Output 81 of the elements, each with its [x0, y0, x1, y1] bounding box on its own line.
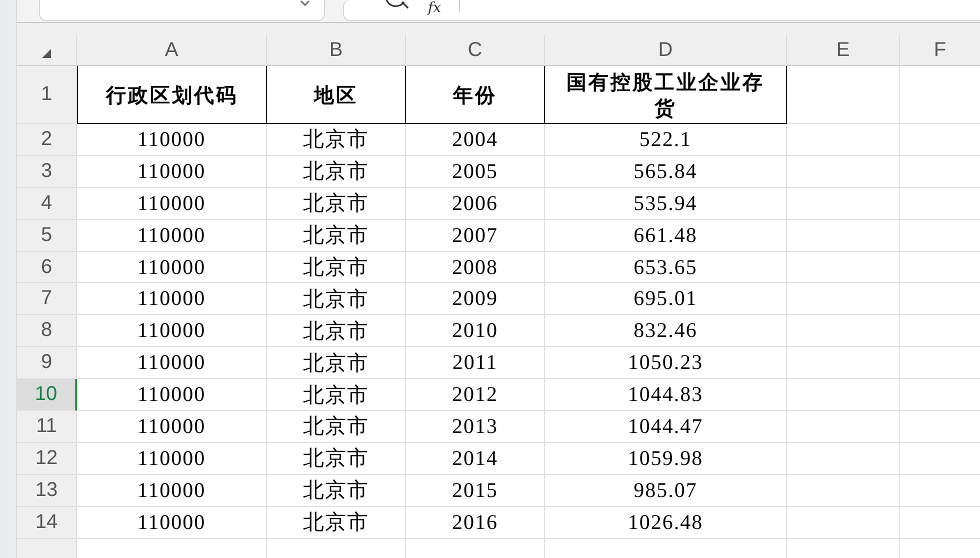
row-header[interactable]: 12 [17, 442, 77, 475]
table-cell: 832.46 [545, 315, 787, 348]
table-cell: 110000 [77, 124, 267, 156]
table-cell: 2010 [406, 315, 545, 348]
table-cell: 653.65 [545, 252, 787, 284]
table-cell: 1050.23 [545, 347, 787, 380]
row-header[interactable]: 3 [17, 156, 77, 188]
row-header[interactable]: 5 [17, 220, 77, 252]
function-label[interactable]: fx [428, 1, 442, 16]
row-header[interactable]: 9 [17, 347, 77, 380]
table-cell: 110000 [77, 220, 267, 252]
formula-bar[interactable]: fx [343, 0, 980, 21]
search-icon[interactable] [384, 0, 410, 10]
column-header[interactable]: C [406, 35, 545, 66]
table-cell: 北京市 [267, 347, 406, 380]
row-header[interactable]: 14 [17, 506, 77, 539]
table-cell: 1059.98 [545, 442, 787, 475]
table-cell: 北京市 [267, 124, 406, 156]
table-cell: 110000 [77, 506, 267, 539]
table-cell: 北京市 [267, 252, 406, 284]
table-cell: 2004 [406, 124, 545, 156]
row-header[interactable]: 4 [17, 188, 77, 220]
table-cell: 661.48 [545, 220, 787, 252]
table-cell: 北京市 [267, 411, 406, 443]
table-cell: 北京市 [267, 188, 406, 220]
table-cell: 522.1 [545, 124, 787, 156]
table-cell: 110000 [77, 252, 267, 284]
table-cell: 2007 [406, 220, 545, 252]
table-cell: 2011 [406, 347, 545, 380]
table-cell: 北京市 [267, 220, 406, 252]
column-header[interactable]: B [267, 35, 406, 66]
table-cell: 2005 [406, 156, 545, 188]
table-cell: 2009 [406, 283, 545, 316]
table-cell: 565.84 [545, 156, 787, 188]
table-cell: 110000 [77, 474, 267, 507]
table-cell: 2015 [406, 474, 545, 507]
table-cell: 1044.47 [545, 411, 787, 443]
table-cell: 695.01 [545, 283, 787, 316]
row-header[interactable]: 7 [17, 283, 77, 316]
table-cell: 北京市 [267, 442, 406, 475]
table-cell: 110000 [77, 315, 267, 348]
header-cell: 国有控股工业企业存货 [545, 66, 787, 124]
row-header[interactable]: 8 [17, 315, 77, 348]
table-cell: 2013 [406, 411, 545, 443]
table-cell: 110000 [77, 379, 267, 412]
column-header[interactable]: D [545, 35, 787, 66]
header-cell: 地区 [267, 66, 406, 124]
table-cell: 110000 [77, 347, 267, 380]
table-cell: 985.07 [545, 474, 787, 507]
row-header[interactable]: 2 [17, 124, 77, 156]
table-cell: 2016 [406, 506, 545, 539]
column-header[interactable]: F [900, 35, 980, 66]
table-cell: 北京市 [267, 474, 406, 507]
table-cell: 北京市 [267, 315, 406, 348]
table-cell: 北京市 [267, 283, 406, 316]
row-header[interactable]: 11 [17, 411, 77, 443]
table-cell: 1044.83 [545, 379, 787, 412]
table-cell: 110000 [77, 188, 267, 220]
row-header[interactable]: 6 [17, 252, 77, 284]
table-cell: 2012 [406, 379, 545, 412]
table-cell: 2014 [406, 442, 545, 475]
table-cell: 1026.48 [545, 506, 787, 539]
column-header[interactable]: A [77, 35, 267, 66]
row-header[interactable]: 1 [17, 66, 77, 124]
table-cell: 北京市 [267, 506, 406, 539]
row-header[interactable]: 13 [17, 474, 77, 507]
table-cell: 535.94 [545, 188, 787, 220]
column-header[interactable]: E [787, 35, 900, 66]
select-all-icon[interactable] [42, 48, 51, 58]
row-header[interactable]: 10 [17, 379, 77, 412]
table-cell: 110000 [77, 442, 267, 475]
table-cell: 北京市 [267, 156, 406, 188]
table-cell: 2008 [406, 252, 545, 284]
header-cell: 行政区划代码 [77, 66, 267, 124]
table-cell: 2006 [406, 188, 545, 220]
header-cell: 年份 [406, 66, 545, 124]
table-cell: 北京市 [267, 379, 406, 412]
chevron-down-icon[interactable] [300, 0, 310, 6]
table-cell: 110000 [77, 411, 267, 443]
table-cell: 110000 [77, 283, 267, 316]
table-cell: 110000 [77, 156, 267, 188]
